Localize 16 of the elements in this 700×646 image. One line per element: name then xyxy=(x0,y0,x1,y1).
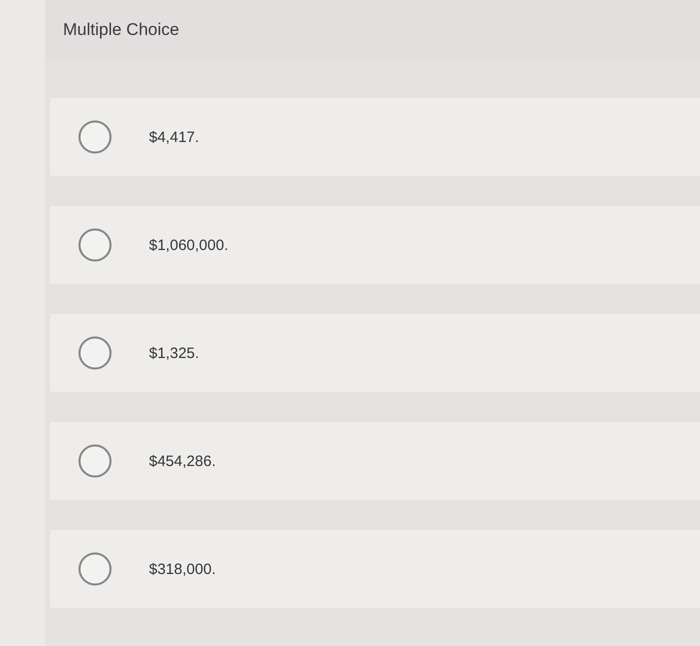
option-text: $4,417. xyxy=(149,128,200,146)
radio-button[interactable] xyxy=(78,552,112,586)
option-text: $1,060,000. xyxy=(149,236,228,254)
radio-button[interactable] xyxy=(78,336,112,370)
radio-button[interactable] xyxy=(78,444,112,478)
answer-option[interactable]: $318,000. xyxy=(50,530,700,608)
answer-option[interactable]: $454,286. xyxy=(50,422,700,500)
option-text: $318,000. xyxy=(149,560,216,578)
answer-option[interactable]: $1,325. xyxy=(50,314,700,392)
answer-option[interactable]: $4,417. xyxy=(50,98,700,176)
question-type-title: Multiple Choice xyxy=(63,20,180,40)
option-text: $454,286. xyxy=(149,452,216,470)
radio-button[interactable] xyxy=(78,228,112,262)
radio-button[interactable] xyxy=(78,120,112,154)
answer-option[interactable]: $1,060,000. xyxy=(50,206,700,284)
option-text: $1,325. xyxy=(149,344,200,362)
